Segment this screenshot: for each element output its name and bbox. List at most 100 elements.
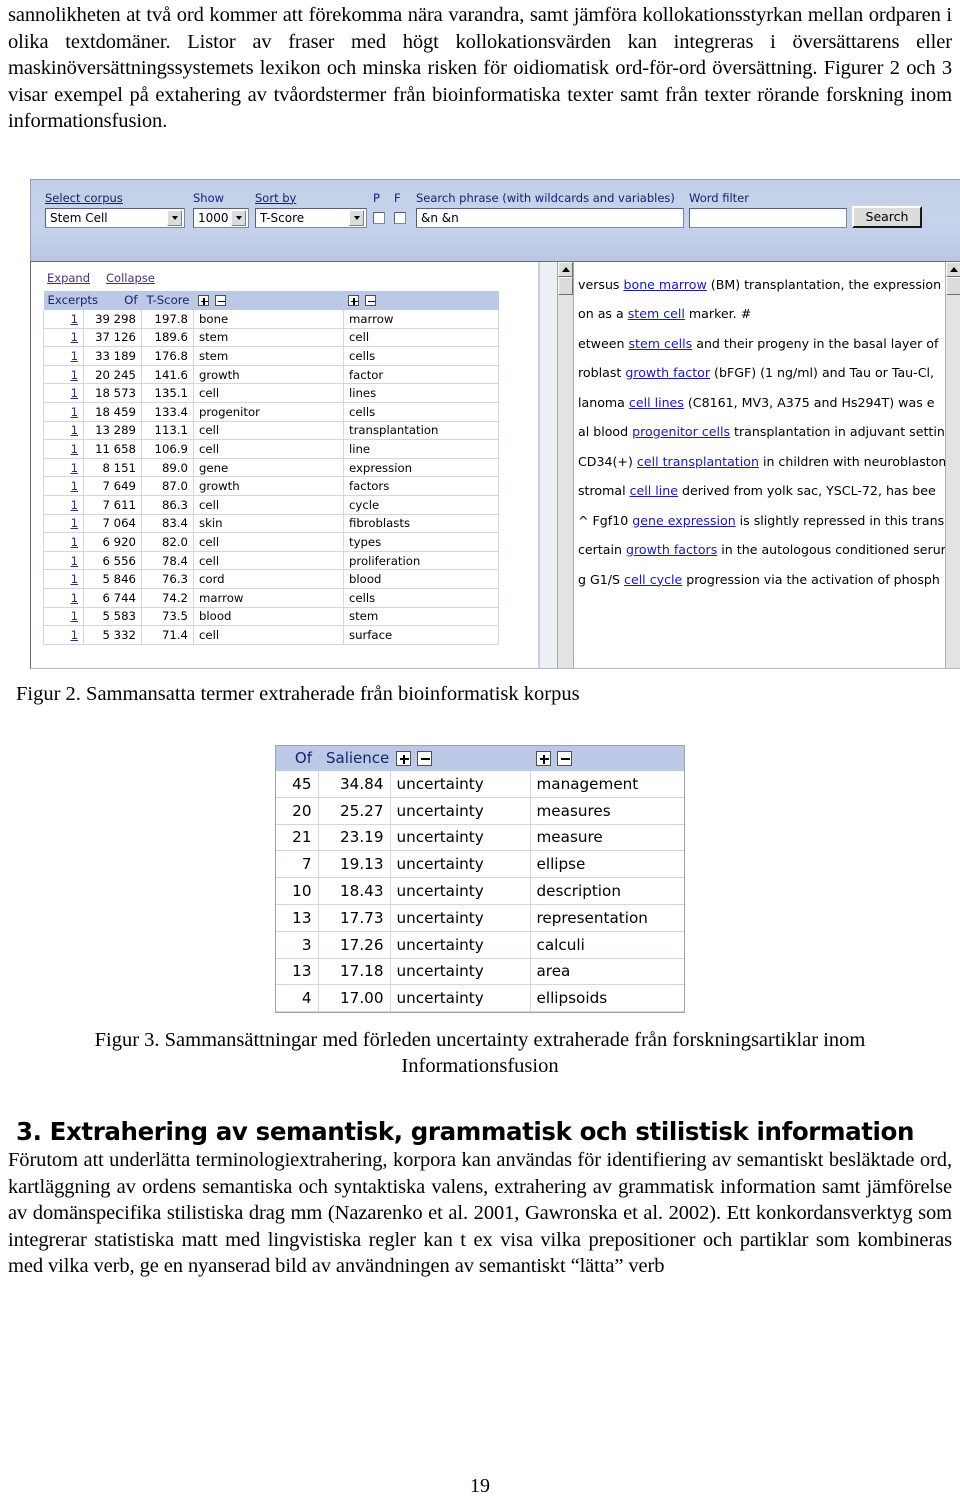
cell-excerpts[interactable]: 1 (43, 476, 84, 496)
cell-excerpts[interactable]: 1 (43, 551, 84, 571)
table-row[interactable]: 1 13 289 113.1 cell transplantation (43, 421, 499, 441)
plus-icon-word2[interactable] (536, 751, 551, 766)
expand-link[interactable]: Expand (47, 271, 90, 285)
cell-excerpts[interactable]: 1 (43, 402, 84, 422)
chevron-down-icon[interactable] (231, 209, 246, 226)
cell-excerpts[interactable]: 1 (43, 495, 84, 515)
concordance-term-link[interactable]: bone marrow (624, 277, 707, 292)
show-dropdown[interactable]: 1000 (193, 207, 249, 228)
scroll-track[interactable] (946, 294, 960, 668)
table-row[interactable]: 7 19.13 uncertainty ellipse (276, 850, 684, 879)
concordance-term-link[interactable]: progenitor cells (632, 424, 730, 439)
chevron-down-icon[interactable] (167, 209, 182, 226)
concordance-line[interactable]: etween stem cells and their progeny in t… (578, 329, 945, 359)
collapse-link[interactable]: Collapse (106, 271, 155, 285)
minus-icon-word1[interactable] (417, 751, 432, 766)
table-row[interactable]: 1 37 126 189.6 stem cell (43, 328, 499, 348)
table-row[interactable]: 1 18 573 135.1 cell lines (43, 383, 499, 403)
p-checkbox[interactable] (373, 211, 385, 224)
table-row[interactable]: 1 20 245 141.6 growth factor (43, 365, 499, 385)
cell-excerpts[interactable]: 1 (43, 346, 84, 366)
concordance-term-link[interactable]: growth factor (625, 365, 710, 380)
table-row[interactable]: 21 23.19 uncertainty measure (276, 824, 684, 852)
concordance-line[interactable]: roblast growth factor (bFGF) (1 ng/ml) a… (578, 358, 945, 388)
word-filter-input[interactable] (689, 207, 847, 228)
plus-icon-word2[interactable] (347, 295, 359, 306)
concordance-line[interactable]: al blood progenitor cells transplantatio… (578, 417, 945, 447)
plus-icon-word1[interactable] (197, 295, 209, 306)
table-row[interactable]: 45 34.84 uncertainty management (276, 770, 684, 798)
concordance-line[interactable]: versus bone marrow (BM) transplantation,… (578, 270, 945, 300)
concordance-term-link[interactable]: cell line (630, 483, 678, 498)
scroll-thumb[interactable] (946, 276, 960, 295)
concordance-term-link[interactable]: cell cycle (624, 572, 682, 587)
cell-excerpts[interactable]: 1 (43, 569, 84, 589)
concordance-term-link[interactable]: gene expression (632, 513, 735, 528)
table-row[interactable]: 17 064 83.4 skin fibroblasts (43, 514, 499, 534)
cell-excerpts[interactable]: 1 (43, 607, 84, 627)
concordance-term-link[interactable]: stem cell (628, 306, 685, 321)
f-checkbox[interactable] (394, 211, 406, 224)
concordance-line[interactable]: certain growth factors in the autologous… (578, 535, 945, 565)
search-phrase-input[interactable]: &n &n (416, 207, 684, 228)
cell-excerpts[interactable]: 1 (43, 383, 84, 403)
concordance-line[interactable]: lanoma cell lines (C8161, MV3, A375 and … (578, 388, 945, 418)
th-excerpts[interactable]: Excerpts (43, 290, 98, 310)
table-row[interactable]: 20 25.27 uncertainty measures (276, 797, 684, 825)
cell-excerpts[interactable]: 1 (43, 421, 84, 441)
table-row[interactable]: 1 33 189 176.8 stem cells (43, 346, 499, 366)
table-row[interactable]: 10 18.43 uncertainty description (276, 877, 684, 905)
concordance-line[interactable]: stromal cell line derived from yolk sac,… (578, 476, 945, 506)
table-row[interactable]: 16 744 74.2 marrow cells (43, 588, 499, 608)
th-salience[interactable]: Salience (318, 745, 390, 771)
table-row[interactable]: 18 151 89.0 gene expression (43, 458, 499, 478)
cell-excerpts[interactable]: 1 (43, 532, 84, 552)
table-row[interactable]: 17 611 86.3 cell cycle (43, 495, 499, 515)
table-row[interactable]: 15 583 73.5 blood stem (43, 607, 499, 627)
th-tscore[interactable]: T-Score (141, 290, 194, 310)
concordance-line[interactable]: on as a stem cell marker. # (578, 299, 945, 329)
cell-excerpts[interactable]: 1 (43, 328, 84, 348)
minus-icon-word2[interactable] (364, 295, 376, 306)
right-vertical-scrollbar[interactable] (945, 261, 960, 668)
scroll-thumb[interactable] (558, 276, 573, 295)
table-row[interactable]: 4 17.00 uncertainty ellipsoids (276, 984, 684, 1013)
table-row[interactable]: 3 17.26 uncertainty calculi (276, 931, 684, 959)
table-row[interactable]: 13 17.18 uncertainty area (276, 958, 684, 986)
cell-excerpts[interactable]: 1 (43, 588, 84, 608)
cell-excerpts[interactable]: 1 (43, 309, 84, 329)
scroll-up-arrow-icon[interactable] (946, 261, 960, 277)
table-row[interactable]: 17 649 87.0 growth factors (43, 476, 499, 496)
concordance-line[interactable]: g G1/S cell cycle progression via the ac… (578, 565, 945, 595)
sort-by-dropdown[interactable]: T-Score (255, 207, 367, 228)
select-corpus-dropdown[interactable]: Stem Cell (45, 207, 185, 228)
concordance-term-link[interactable]: growth factors (626, 542, 717, 557)
scroll-up-arrow-icon[interactable] (558, 261, 573, 277)
cell-excerpts[interactable]: 1 (43, 439, 84, 459)
table-row[interactable]: 1 39 298 197.8 bone marrow (43, 309, 499, 329)
concordance-line[interactable]: CD34(+) cell transplantation in children… (578, 447, 945, 477)
concordance-term-link[interactable]: cell transplantation (637, 454, 759, 469)
cell-excerpts[interactable]: 1 (43, 365, 84, 385)
table-row[interactable]: 1 11 658 106.9 cell line (43, 439, 499, 459)
table-row[interactable]: 1 18 459 133.4 progenitor cells (43, 402, 499, 422)
cell-excerpts[interactable]: 1 (43, 458, 84, 478)
minus-icon-word2[interactable] (557, 751, 572, 766)
concordance-line[interactable]: ^ Fgf10 gene expression is slightly repr… (578, 506, 945, 536)
minus-icon-word1[interactable] (214, 295, 226, 306)
table-row[interactable]: 16 556 78.4 cell proliferation (43, 551, 499, 571)
th-of[interactable]: Of (276, 745, 318, 771)
scroll-track[interactable] (558, 294, 573, 668)
plus-icon-word1[interactable] (396, 751, 411, 766)
concordance-term-link[interactable]: stem cells (628, 336, 692, 351)
table-row[interactable]: 15 846 76.3 cord blood (43, 569, 499, 589)
cell-excerpts[interactable]: 1 (43, 514, 84, 534)
table-row[interactable]: 13 17.73 uncertainty representation (276, 904, 684, 932)
table-row[interactable]: 16 920 82.0 cell types (43, 532, 499, 552)
left-vertical-scrollbar[interactable] (557, 261, 573, 668)
search-button[interactable]: Search (852, 205, 922, 228)
concordance-term-link[interactable]: cell lines (629, 395, 684, 410)
chevron-down-icon[interactable] (349, 209, 364, 226)
cell-excerpts[interactable]: 1 (43, 625, 84, 645)
table-row[interactable]: 15 332 71.4 cell surface (43, 625, 499, 645)
